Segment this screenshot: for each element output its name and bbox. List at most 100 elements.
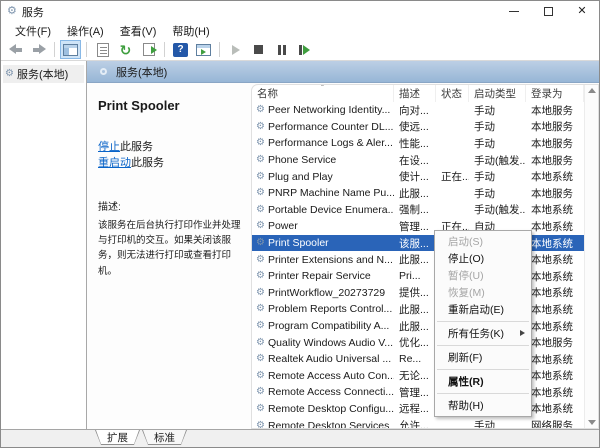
table-row[interactable]: ⚙Power 管理... 正在... 自动 本地系统	[252, 218, 584, 235]
service-gear-icon: ⚙	[256, 172, 265, 182]
table-row[interactable]: ⚙PNRP Machine Name Pu... 此服... 手动 本地服务	[252, 185, 584, 202]
table-row[interactable]: ⚙PrintWorkflow_20273729 提供... 本地系统	[252, 285, 584, 302]
table-row[interactable]: ⚙Realtek Audio Universal ... Re... 本地系统	[252, 351, 584, 368]
selected-service-title: Print Spooler	[98, 98, 243, 113]
service-startup-cell: 手动	[469, 103, 526, 118]
forward-arrow-icon	[32, 44, 46, 55]
menubar-item[interactable]: 文件(F)	[7, 23, 59, 39]
context-menu-item[interactable]: 停止(O)	[435, 250, 531, 267]
service-name: PNRP Machine Name Pu...	[268, 187, 394, 199]
table-row[interactable]: ⚙Peer Networking Identity... 向对... 手动 本地…	[252, 102, 584, 119]
tab-standard[interactable]: 标准	[142, 430, 187, 445]
table-row[interactable]: ⚙Performance Counter DL... 使远... 手动 本地服务	[252, 119, 584, 136]
column-header-logon-as[interactable]: 登录为	[526, 85, 584, 102]
tree-item-services-local[interactable]: ⚙ 服务(本地)	[3, 65, 84, 83]
context-menu-item[interactable]	[437, 393, 529, 394]
context-menu-item[interactable]: 启动(S)	[435, 233, 531, 250]
table-row[interactable]: ⚙Remote Access Connecti... 管理... 本地系统	[252, 384, 584, 401]
table-row[interactable]: ⚙Print Spooler 该服... 本地系统	[252, 235, 584, 252]
context-menu-item[interactable]	[437, 345, 529, 346]
restart-service-button[interactable]	[294, 40, 315, 59]
table-row[interactable]: ⚙Quality Windows Audio V... 优化... 本地服务	[252, 334, 584, 351]
vertical-scrollbar[interactable]	[584, 85, 598, 428]
table-row[interactable]: ⚙Phone Service 在设... 手动(触发... 本地服务	[252, 152, 584, 169]
menubar-item[interactable]: 帮助(H)	[164, 23, 217, 39]
pause-service-button[interactable]	[271, 40, 292, 59]
show-console-tree-button[interactable]	[60, 40, 81, 59]
forward-button[interactable]	[28, 40, 49, 59]
context-menu-item[interactable]	[437, 369, 529, 370]
service-description-cell: 此服...	[394, 252, 436, 267]
back-button[interactable]	[5, 40, 26, 59]
stop-service-button[interactable]	[248, 40, 269, 59]
scroll-up-icon[interactable]	[588, 88, 596, 93]
context-menu: 启动(S) 停止(O) 暂停(U) 恢复(M) 重新启动(E)	[434, 230, 532, 417]
table-row[interactable]: ⚙Program Compatibility A... 此服... 本地系统	[252, 318, 584, 335]
service-logon-cell: 本地系统	[526, 285, 584, 300]
service-logon-cell: 本地服务	[526, 103, 584, 118]
menubar-item[interactable]: 操作(A)	[59, 23, 112, 39]
column-header-startup-type[interactable]: 启动类型	[469, 85, 526, 102]
service-logon-cell: 本地系统	[526, 352, 584, 367]
service-startup-cell: 手动(触发...	[469, 202, 526, 217]
show-action-pane-button[interactable]	[193, 40, 214, 59]
service-name: PrintWorkflow_20273729	[268, 287, 385, 299]
service-description-cell: Re...	[394, 353, 436, 365]
service-description-cell: 此服...	[394, 302, 436, 317]
table-row[interactable]: ⚙Performance Logs & Aler... 性能... 手动 本地服…	[252, 135, 584, 152]
context-menu-item[interactable]: 属性(R)	[435, 373, 531, 390]
service-logon-cell: 本地系统	[526, 202, 584, 217]
refresh-icon: ↻	[120, 43, 132, 57]
table-row[interactable]: ⚙Printer Repair Service Pri... 本地系统	[252, 268, 584, 285]
scroll-down-icon[interactable]	[588, 420, 596, 425]
table-row[interactable]: ⚙Remote Access Auto Con... 无论... 本地系统	[252, 368, 584, 385]
export-list-button[interactable]	[138, 40, 159, 59]
service-name: Phone Service	[268, 154, 336, 166]
console-tree-panel: ⚙ 服务(本地)	[1, 61, 87, 429]
table-row[interactable]: ⚙Remote Desktop Services 允许... 手动 网络服务	[252, 417, 584, 428]
service-description-cell: 强制...	[394, 202, 436, 217]
service-logon-cell: 本地系统	[526, 302, 584, 317]
table-header: 名称 ˆ 描述 状态 启动类型 登录为	[252, 85, 584, 102]
service-description-cell: 此服...	[394, 186, 436, 201]
refresh-button[interactable]: ↻	[115, 40, 136, 59]
context-menu-item[interactable]: 所有任务(K)	[435, 325, 531, 342]
service-gear-icon: ⚙	[256, 371, 265, 381]
table-row[interactable]: ⚙Portable Device Enumera... 强制... 手动(触发.…	[252, 202, 584, 219]
pane-header-gear-icon	[100, 68, 107, 75]
help-button[interactable]: ?	[170, 40, 191, 59]
menubar-item[interactable]: 查看(V)	[112, 23, 165, 39]
column-header-status[interactable]: 状态	[436, 85, 469, 102]
service-logon-cell: 本地系统	[526, 236, 584, 251]
maximize-button[interactable]	[531, 1, 565, 22]
minimize-button[interactable]	[497, 1, 531, 22]
table-row[interactable]: ⚙Plug and Play 使计... 正在... 手动 本地系统	[252, 168, 584, 185]
context-menu-item[interactable]: 帮助(H)	[435, 397, 531, 414]
restart-service-link[interactable]: 重启动	[98, 157, 131, 169]
service-startup-cell: 手动(触发...	[469, 153, 526, 168]
table-row[interactable]: ⚙Remote Desktop Configu... 远程... 本地系统	[252, 401, 584, 418]
service-gear-icon: ⚙	[256, 238, 265, 248]
service-description-cell: 远程...	[394, 401, 436, 416]
service-description-cell: 此服...	[394, 319, 436, 334]
context-menu-item[interactable]	[437, 321, 529, 322]
restart-service-link-line: 重启动此服务	[98, 155, 243, 171]
column-header-name[interactable]: 名称 ˆ	[252, 85, 394, 102]
properties-button[interactable]	[92, 40, 113, 59]
context-menu-item[interactable]: 恢复(M)	[435, 284, 531, 301]
service-name: Performance Counter DL...	[268, 121, 393, 133]
context-menu-item[interactable]: 暂停(U)	[435, 267, 531, 284]
table-row[interactable]: ⚙Printer Extensions and N... 此服... 本地系统	[252, 251, 584, 268]
help-icon: ?	[173, 43, 188, 57]
stop-service-link[interactable]: 停止	[98, 141, 120, 153]
context-menu-item[interactable]: 重新启动(E)	[435, 301, 531, 318]
context-menu-item[interactable]: 刷新(F)	[435, 349, 531, 366]
service-gear-icon: ⚙	[256, 205, 265, 215]
service-gear-icon: ⚙	[256, 271, 265, 281]
close-button[interactable]: ✕	[565, 1, 599, 22]
tab-extended[interactable]: 扩展	[95, 430, 140, 445]
service-description-cell: Pri...	[394, 270, 436, 282]
start-service-button[interactable]	[225, 40, 246, 59]
column-header-description[interactable]: 描述	[394, 85, 436, 102]
table-row[interactable]: ⚙Problem Reports Control... 此服... 本地系统	[252, 301, 584, 318]
